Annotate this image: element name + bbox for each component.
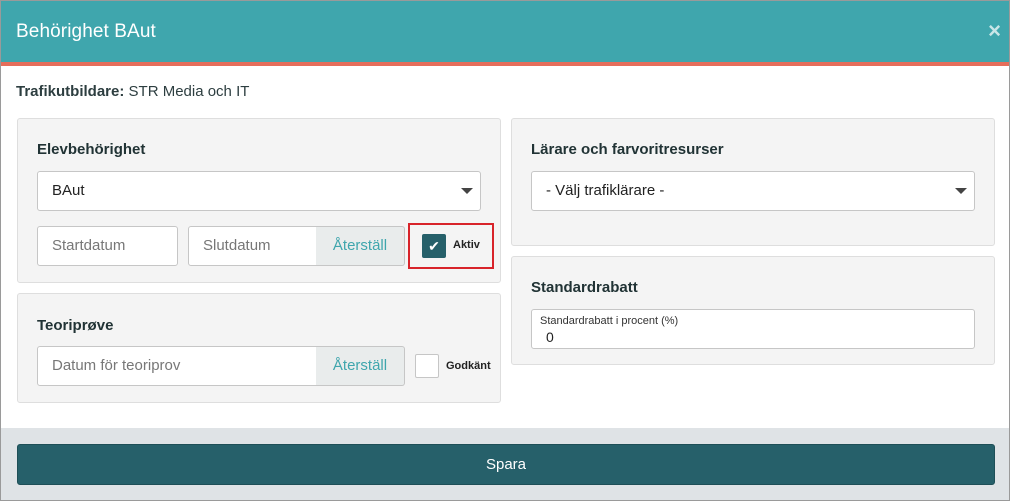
reset-theory-button[interactable]: Återställ <box>316 346 405 386</box>
caret-down-icon <box>461 188 473 194</box>
license-select-value: BAut <box>52 182 85 199</box>
active-highlight-box <box>408 223 494 269</box>
save-button[interactable]: Spara <box>17 444 995 485</box>
driving-school-label: Trafikutbildare: <box>16 83 125 100</box>
driving-school-line: Trafikutbildare: STR Media och IT <box>16 83 249 100</box>
theory-date-input[interactable]: Datum för teoriprov <box>37 346 317 386</box>
modal-header: Behörighet BAut × <box>1 1 1009 66</box>
teacher-select-value: - Välj trafiklärare - <box>546 182 665 199</box>
discount-percent-input[interactable]: Standardrabatt i procent (%) 0 <box>531 309 975 349</box>
driving-school-value: STR Media och IT <box>124 83 250 100</box>
license-select[interactable]: BAut <box>37 171 481 211</box>
permission-modal: Behörighet BAut × Trafikutbildare: STR M… <box>0 0 1010 501</box>
start-date-input[interactable]: Startdatum <box>37 226 178 266</box>
theory-test-title: Teoriprøve <box>37 317 114 334</box>
reset-dates-button[interactable]: Återställ <box>316 226 405 266</box>
check-icon: ✔ <box>428 238 440 254</box>
end-date-placeholder: Slutdatum <box>203 237 271 254</box>
approved-checkbox[interactable] <box>415 354 439 378</box>
teachers-title: Lärare och farvoritresurser <box>531 141 724 158</box>
student-permission-title: Elevbehörighet <box>37 141 146 158</box>
active-checkbox[interactable]: ✔ <box>422 234 446 258</box>
discount-title: Standardrabatt <box>531 279 638 296</box>
active-label: Aktiv <box>453 239 480 251</box>
start-date-placeholder: Startdatum <box>52 237 126 254</box>
caret-down-icon <box>955 188 967 194</box>
teacher-select[interactable]: - Välj trafiklärare - <box>531 171 975 211</box>
discount-percent-label: Standardrabatt i procent (%) <box>540 315 679 327</box>
approved-label: Godkänt <box>446 360 491 372</box>
modal-title: Behörighet BAut <box>16 21 156 42</box>
theory-date-placeholder: Datum för teoriprov <box>52 357 181 374</box>
discount-percent-value: 0 <box>546 329 554 345</box>
end-date-input[interactable]: Slutdatum <box>188 226 317 266</box>
close-icon[interactable]: × <box>988 18 1001 44</box>
